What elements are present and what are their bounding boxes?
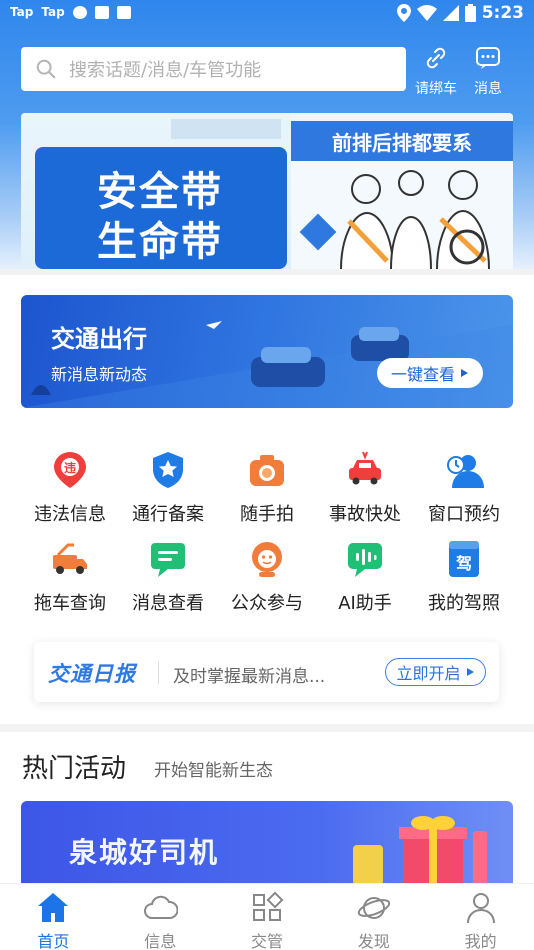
nav-profile-label: 我的	[464, 932, 497, 950]
grid-item-snapshot[interactable]: 随手拍	[218, 450, 316, 526]
battery-icon	[464, 4, 476, 22]
nav-discover[interactable]: 发现	[320, 884, 427, 950]
home-icon	[38, 893, 69, 922]
nav-traffic-management[interactable]: 交管	[214, 884, 321, 950]
location-icon	[396, 4, 411, 22]
search-input[interactable]: 搜索话题/消息/车管功能	[21, 47, 406, 91]
hot-activities-subtitle: 开始智能新生态	[154, 761, 273, 781]
voice-assistant-icon	[345, 539, 385, 579]
quick-view-label: 一键查看	[390, 365, 455, 384]
bind-car-button[interactable]: 请绑车	[410, 44, 462, 98]
daily-open-label: 立即开启	[396, 664, 461, 683]
daily-text: 及时掌握最新消息...	[173, 667, 326, 687]
grid-label: 窗口预约	[428, 504, 500, 525]
grid-label: 事故快处	[329, 504, 401, 525]
search-icon	[36, 59, 56, 79]
car-accident-icon	[345, 450, 385, 490]
link-icon	[426, 47, 446, 69]
quick-view-button[interactable]: 一键查看	[377, 358, 483, 388]
people-in-car-illustration	[291, 161, 513, 269]
grid-item-public-participation[interactable]: 公众参与	[218, 539, 316, 615]
status-bar-left: Tap Tap	[10, 5, 131, 19]
nav-info-label: 信息	[144, 932, 177, 950]
bind-car-label: 请绑车	[415, 81, 457, 97]
banner-right-panel: 前排后排都要系	[291, 113, 513, 269]
taptap-label-2: Tap	[41, 5, 65, 19]
nav-home[interactable]: 首页	[0, 884, 107, 950]
nav-traffic-management-label: 交管	[250, 932, 283, 950]
grid-item-violation-info[interactable]: 违 违法信息	[21, 450, 119, 526]
hot-activities-title: 热门活动	[22, 754, 127, 784]
nav-info[interactable]: 信息	[107, 884, 214, 950]
svg-text:违: 违	[64, 460, 76, 475]
bottom-navigation: 首页 信息 交管 发现 我的	[0, 883, 534, 950]
grid-item-ai-assistant[interactable]: AI助手	[316, 539, 414, 615]
daily-divider	[158, 662, 159, 684]
grid-label: 公众参与	[231, 593, 303, 614]
shield-star-icon	[148, 450, 188, 490]
nav-profile[interactable]: 我的	[427, 884, 534, 950]
section-separator-2	[0, 724, 534, 732]
hot-activity-banner[interactable]: 泉城好司机	[21, 801, 513, 885]
traffic-banner-title: 交通出行	[51, 325, 147, 353]
status-time: 5:23	[481, 3, 524, 23]
status-bar: Tap Tap 5:23	[0, 0, 534, 28]
font-notification-icon	[116, 5, 131, 19]
mail-notification-icon	[94, 5, 109, 19]
violation-pin-icon: 违	[50, 450, 90, 490]
grid-item-tow-query[interactable]: 拖车查询	[21, 539, 119, 615]
user-appointment-icon	[444, 450, 484, 490]
grid-label: 拖车查询	[34, 593, 106, 614]
traffic-daily-card[interactable]: 交通日报 及时掌握最新消息... 立即开启	[34, 642, 499, 702]
camera-icon	[247, 450, 287, 490]
tow-truck-icon	[50, 539, 90, 579]
grid-item-message-view[interactable]: 消息查看	[119, 539, 217, 615]
safety-banner[interactable]: 安全带 生命带 前排后排都要系	[21, 113, 513, 269]
daily-title: 交通日报	[48, 662, 136, 686]
grid-label: 随手拍	[240, 504, 294, 525]
grid-label: 我的驾照	[428, 593, 500, 614]
profile-icon	[466, 893, 495, 924]
cloud-icon	[144, 895, 179, 919]
search-placeholder: 搜索话题/消息/车管功能	[69, 60, 262, 81]
grid-label: 违法信息	[34, 504, 106, 525]
banner-left-panel: 安全带 生命带	[21, 113, 291, 269]
public-participation-icon	[247, 539, 287, 579]
wifi-icon	[416, 5, 437, 21]
traffic-travel-banner[interactable]: 交通出行 新消息新动态 一键查看	[21, 295, 513, 408]
grid-item-window-appointment[interactable]: 窗口预约	[415, 450, 513, 526]
license-icon: 驾	[444, 539, 484, 579]
play-triangle-icon	[466, 668, 474, 676]
chat-icon	[476, 47, 500, 69]
hot-banner-title: 泉城好司机	[69, 836, 220, 869]
signal-icon	[442, 5, 459, 21]
daily-open-button[interactable]: 立即开启	[385, 658, 486, 686]
grid-label: AI助手	[338, 593, 392, 614]
nav-home-label: 首页	[37, 932, 70, 950]
section-separator-1	[0, 269, 534, 275]
banner-text-line2: 生命带	[97, 219, 223, 265]
grid-item-pass-record[interactable]: 通行备案	[119, 450, 217, 526]
building-decoration	[171, 119, 281, 139]
banner-sign-board: 安全带 生命带	[35, 147, 287, 269]
grid-item-accident[interactable]: 事故快处	[316, 450, 414, 526]
messages-label: 消息	[474, 81, 502, 97]
taptap-label-1: Tap	[10, 5, 34, 19]
apps-icon	[252, 891, 284, 921]
play-triangle-icon	[461, 369, 468, 377]
svg-text:驾: 驾	[455, 554, 472, 573]
traffic-banner-subtitle: 新消息新动态	[51, 365, 148, 384]
app-notification-icon	[72, 5, 87, 19]
status-bar-right: 5:23	[396, 3, 524, 23]
planet-icon	[357, 897, 390, 919]
nav-discover-label: 发现	[357, 932, 390, 950]
grid-item-my-license[interactable]: 驾 我的驾照	[415, 539, 513, 615]
grid-label: 消息查看	[132, 593, 204, 614]
banner-right-title: 前排后排都要系	[291, 121, 513, 161]
messages-button[interactable]: 消息	[462, 44, 514, 98]
gift-box-illustration	[353, 816, 487, 885]
message-icon	[148, 539, 188, 579]
grid-label: 通行备案	[132, 504, 204, 525]
